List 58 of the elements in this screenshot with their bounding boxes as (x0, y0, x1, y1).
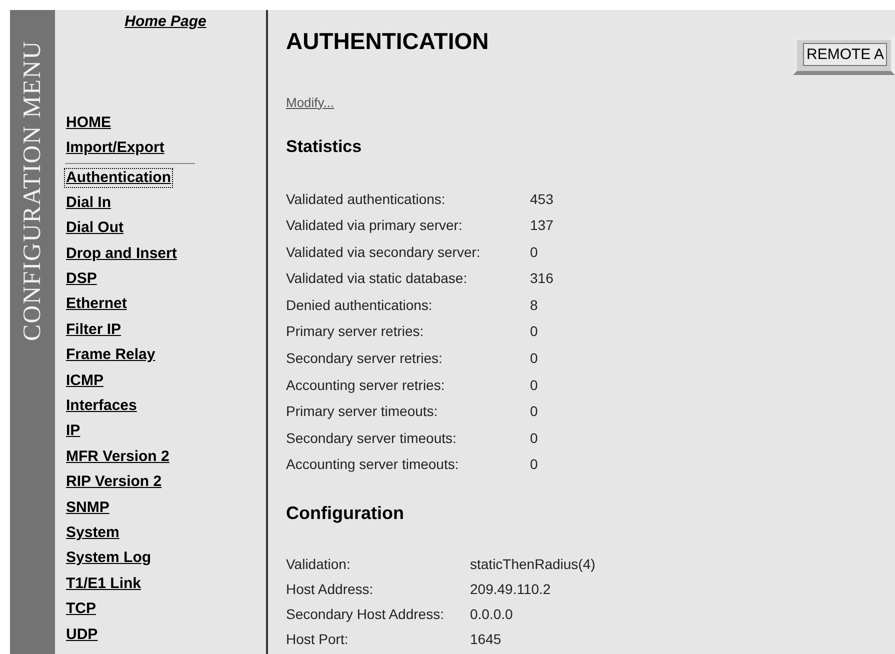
home-page-link[interactable]: Home Page (124, 11, 206, 34)
menu-link[interactable]: System (65, 524, 120, 542)
stat-value: 453 (530, 190, 554, 208)
config-label: Host Address: (286, 580, 374, 600)
config-value: 1645 (470, 630, 502, 650)
menu-link[interactable]: Authentication (65, 168, 172, 186)
menu-link[interactable]: Dial In (65, 194, 112, 212)
config-label: Secondary Host Address: (286, 605, 445, 624)
menu-link[interactable]: Drop and Insert (65, 244, 178, 263)
modify-link[interactable]: Modify... (286, 92, 334, 112)
stat-value: 0 (530, 242, 539, 262)
menu-link[interactable]: IP (65, 422, 82, 440)
stat-value: 0 (530, 402, 539, 422)
stat-label: Secondary server retries: (286, 349, 444, 368)
stat-value: 8 (530, 296, 539, 315)
menu-link[interactable]: RIP Version 2 (65, 473, 163, 492)
stat-label: Validated via secondary server: (286, 242, 482, 262)
menu-link[interactable]: SNMP (65, 498, 110, 517)
remote-button[interactable]: REMOTE A (793, 36, 895, 74)
stat-value: 0 (530, 455, 539, 474)
menu-link[interactable]: Import/Export (65, 138, 166, 156)
menu-link[interactable]: Frame Relay (65, 346, 156, 364)
stat-label: Validated authentications: (286, 190, 446, 208)
menu-link[interactable]: ICMP (65, 372, 104, 390)
stat-value: 0 (530, 428, 539, 448)
stat-label: Secondary server timeouts: (286, 428, 458, 448)
menu-link[interactable]: Filter IP (65, 320, 122, 339)
menu-link[interactable]: HOME (65, 114, 112, 132)
stat-label: Primary server timeouts: (286, 402, 439, 422)
config-value: 0.0.0.0 (470, 605, 514, 624)
menu-link[interactable]: TCP (65, 600, 97, 618)
config-label: Validation: (286, 555, 352, 574)
menu-link[interactable]: MFR Version 2 (65, 448, 170, 466)
stat-value: 0 (530, 376, 539, 395)
page-title: AUTHENTICATION (286, 27, 489, 56)
stat-label: Accounting server retries: (286, 376, 446, 395)
banner-text: CONFIGURATION MENU (18, 40, 47, 343)
stat-value: 316 (530, 269, 554, 288)
stat-value: 137 (530, 216, 554, 236)
stat-label: Validated via static database: (286, 269, 468, 288)
stat-label: Accounting server timeouts: (286, 455, 460, 474)
config-value: 209.49.110.2 (470, 580, 552, 600)
menu-link[interactable]: Interfaces (65, 397, 138, 416)
config-label: Host Port: (286, 630, 350, 650)
menu-link[interactable]: DSP (65, 270, 98, 288)
menu-link[interactable]: System Log (65, 549, 152, 568)
stat-label: Primary server retries: (286, 322, 425, 342)
section-heading: Configuration (286, 502, 405, 526)
config-value: staticThenRadius(4) (470, 555, 596, 574)
stat-value: 0 (530, 322, 539, 342)
menu-link[interactable]: Dial Out (65, 219, 125, 238)
menu-link[interactable]: Ethernet (65, 295, 128, 314)
stat-value: 0 (530, 349, 539, 368)
menu-link[interactable]: T1/E1 Link (65, 574, 142, 593)
section-heading: Statistics (286, 136, 363, 158)
menu-link[interactable]: UDP (65, 626, 99, 644)
stat-label: Validated via primary server: (286, 216, 464, 236)
stat-label: Denied authentications: (286, 296, 434, 315)
